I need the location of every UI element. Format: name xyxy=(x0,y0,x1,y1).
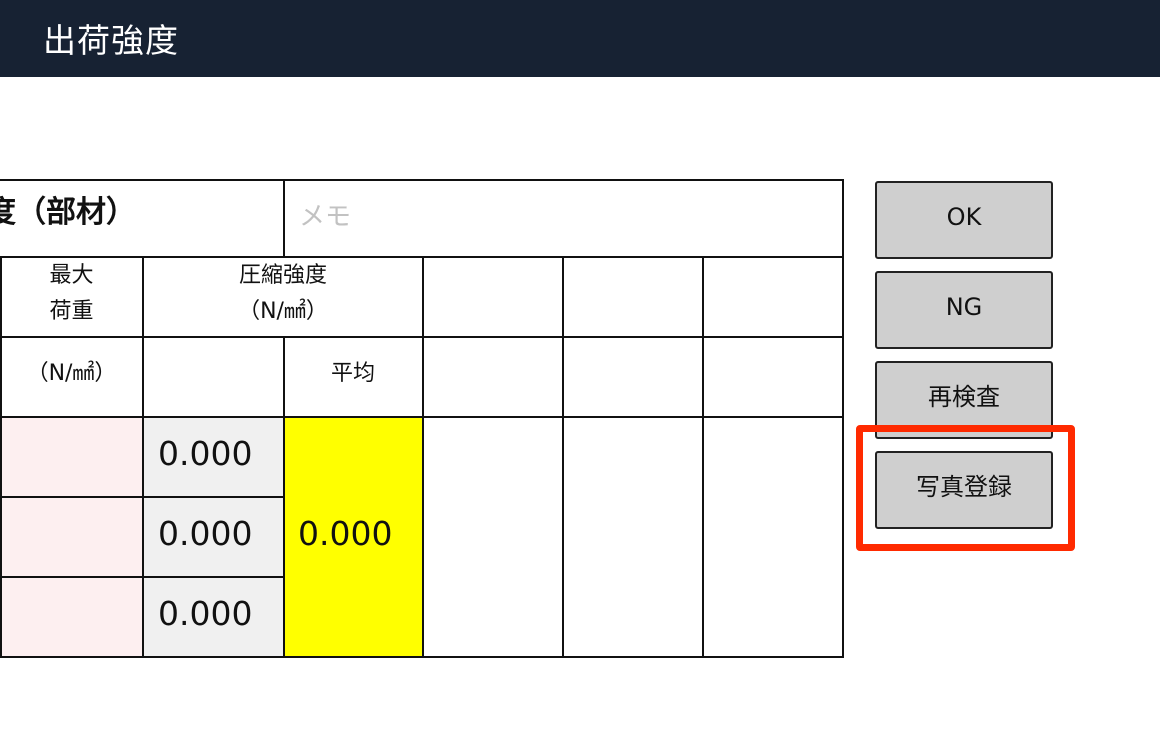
section-title: 度（部材） xyxy=(0,195,136,230)
ok-button[interactable]: OK xyxy=(875,181,1053,259)
max-load-cell-1[interactable] xyxy=(0,417,143,497)
strength-value-1: 0.000 xyxy=(158,434,253,473)
average-label: 平均 xyxy=(330,361,375,386)
strength-header: 圧縮強度 （N/㎟） xyxy=(238,263,328,324)
app-header: 出荷強度 xyxy=(0,0,1160,77)
max-load-cell-3[interactable] xyxy=(0,577,143,657)
highlight-box xyxy=(856,425,1075,551)
average-value: 0.000 xyxy=(298,514,393,553)
memo-input[interactable]: メモ xyxy=(299,196,351,233)
page-title: 出荷強度 xyxy=(43,21,179,60)
max-load-header: 最大 荷重 xyxy=(49,263,94,324)
ng-button[interactable]: NG xyxy=(875,271,1053,349)
strength-value-3: 0.000 xyxy=(158,594,253,633)
unit-label: （N/㎟） xyxy=(26,361,117,386)
max-load-cell-2[interactable] xyxy=(0,497,143,577)
strength-value-2: 0.000 xyxy=(158,514,253,553)
